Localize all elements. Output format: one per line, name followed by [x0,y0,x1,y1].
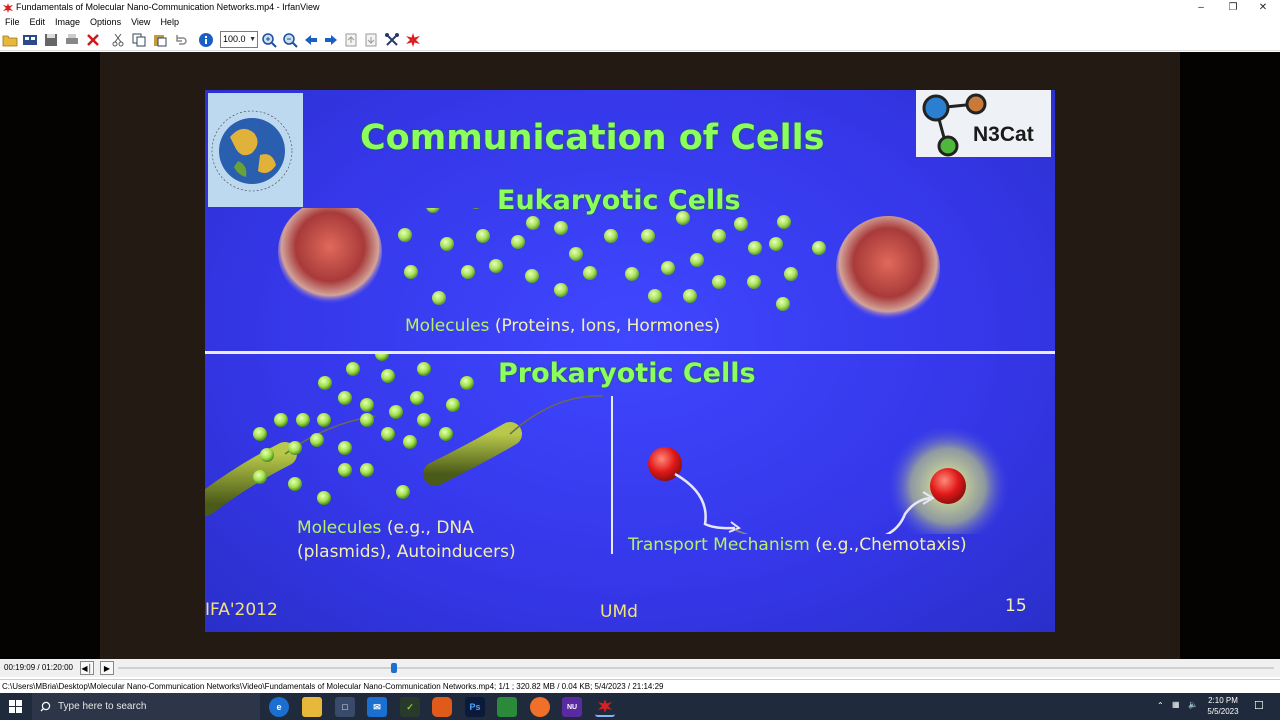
seek-bar[interactable] [118,667,1274,669]
restore-icon[interactable]: ❐ [1216,0,1250,15]
menu-options[interactable]: Options [85,15,126,29]
last-page-icon[interactable] [362,31,380,49]
transport-rest: (e.g.,Chemotaxis) [815,535,967,555]
thumbnails-icon[interactable] [21,31,39,49]
windows-start-icon[interactable] [9,700,22,718]
settings-tools-icon[interactable] [383,31,401,49]
cut-icon[interactable] [109,31,127,49]
title-bar: Fundamentals of Molecular Nano-Communica… [0,0,1280,15]
undo-icon[interactable] [172,31,190,49]
notepad-icon[interactable] [497,697,517,717]
player-controls: 00:19:09 / 01:20:00 ◀│ ▶ [0,659,1280,677]
menu-file[interactable]: File [0,15,25,29]
first-page-icon[interactable] [342,31,360,49]
info-icon[interactable] [197,31,215,49]
eukaryotic-molecules-rest: (Proteins, Ions, Hormones) [494,316,721,336]
prokaryotic-molecules-rest: (e.g., DNA [386,518,474,538]
irfanview-taskbar-icon[interactable] [595,697,615,717]
presentation-slide: N3Cat Communication of Cells Eukaryotic … [205,90,1055,632]
image-viewer: N3Cat Communication of Cells Eukaryotic … [0,52,1280,659]
time-display: 00:19:09 / 01:20:00 [4,663,73,672]
bwn-lab-logo [208,93,303,207]
irfanview-app-icon [3,2,13,13]
store-icon[interactable]: □ [335,697,355,717]
notifications-icon[interactable]: ☐ [1254,699,1264,712]
windows-taskbar: Type here to search e □ ✉ ✓ Ps NU ⌃ ▦ 🔈 … [0,693,1280,720]
firefox-icon[interactable] [530,697,550,717]
footer-center: UMd [600,602,638,622]
copy-icon[interactable] [130,31,148,49]
menu-bar: File Edit Image Options View Help [0,15,1280,29]
status-bar: C:\Users\MBria\Desktop\Molecular Nano-Co… [0,679,1280,693]
time-separator: / [37,663,40,672]
zoom-value: 100.0 [223,34,246,44]
save-icon[interactable] [42,31,60,49]
zoom-select[interactable]: 100.0 ▼ [220,31,258,48]
taskbar-clock[interactable]: 2:10 PM 5/5/2023 [1200,695,1246,717]
tray-chevron-up-icon[interactable]: ⌃ [1157,701,1164,710]
network-icon[interactable]: ▦ [1172,700,1180,709]
mail-icon[interactable]: ✉ [367,697,387,717]
volume-icon[interactable]: 🔈 [1188,700,1198,709]
photoshop-icon[interactable]: Ps [465,697,485,717]
transport-mechanism-label: Transport Mechanism (e.g.,Chemotaxis) [628,535,967,555]
delete-icon[interactable] [84,31,102,49]
file-explorer-icon[interactable] [302,697,322,717]
prokaryotic-molecules-line2: (plasmids), Autoinducers) [297,542,516,562]
slide-title: Communication of Cells [360,118,825,158]
skip-back-icon[interactable]: ◀│ [80,661,94,675]
prokaryotic-molecules-line1: Molecules (e.g., DNA [297,518,474,538]
taskbar-search[interactable]: Type here to search [32,693,260,720]
eukaryotic-molecules-prefix: Molecules [405,316,490,336]
edge-icon[interactable]: e [269,697,289,717]
brave-icon[interactable] [432,697,452,717]
menu-edit[interactable]: Edit [25,15,51,29]
zoom-out-icon[interactable] [281,31,299,49]
nu-app-icon[interactable]: NU [562,697,582,717]
vertical-divider [611,396,613,554]
video-frame: N3Cat Communication of Cells Eukaryotic … [100,52,1180,659]
next-icon[interactable] [322,31,340,49]
footer-left: IFA'2012 [205,600,278,620]
chevron-down-icon: ▼ [249,36,256,43]
minimize-icon[interactable]: – [1184,0,1218,15]
seek-knob[interactable] [391,663,398,673]
menu-view[interactable]: View [126,15,155,29]
total-time: 01:20:00 [41,663,73,672]
slide-page-number: 15 [1005,596,1027,616]
prokaryotic-molecules-prefix: Molecules [297,518,382,538]
prokaryotic-illustration [205,354,1010,534]
search-icon [40,701,51,712]
search-placeholder: Type here to search [58,701,147,712]
current-time: 00:19:09 [4,663,36,672]
play-icon[interactable]: ▶ [100,661,114,675]
close-window-icon[interactable]: ✕ [1246,0,1280,15]
print-icon[interactable] [63,31,81,49]
menu-image[interactable]: Image [50,15,85,29]
clock-date: 5/5/2023 [1207,707,1239,716]
zoom-in-icon[interactable] [260,31,278,49]
paste-icon[interactable] [151,31,169,49]
eukaryotic-molecules-label: Molecules (Proteins, Ions, Hormones) [405,316,720,336]
menu-help[interactable]: Help [155,15,184,29]
open-folder-icon[interactable] [1,31,19,49]
toolbar: 100.0 ▼ [0,29,1280,51]
window-title: Fundamentals of Molecular Nano-Communica… [16,2,320,12]
clock-time: 2:10 PM [1208,696,1238,705]
nvidia-icon[interactable]: ✓ [400,697,420,717]
transport-prefix: Transport Mechanism [628,535,810,555]
irfanview-about-icon[interactable] [404,31,422,49]
previous-icon[interactable] [302,31,320,49]
